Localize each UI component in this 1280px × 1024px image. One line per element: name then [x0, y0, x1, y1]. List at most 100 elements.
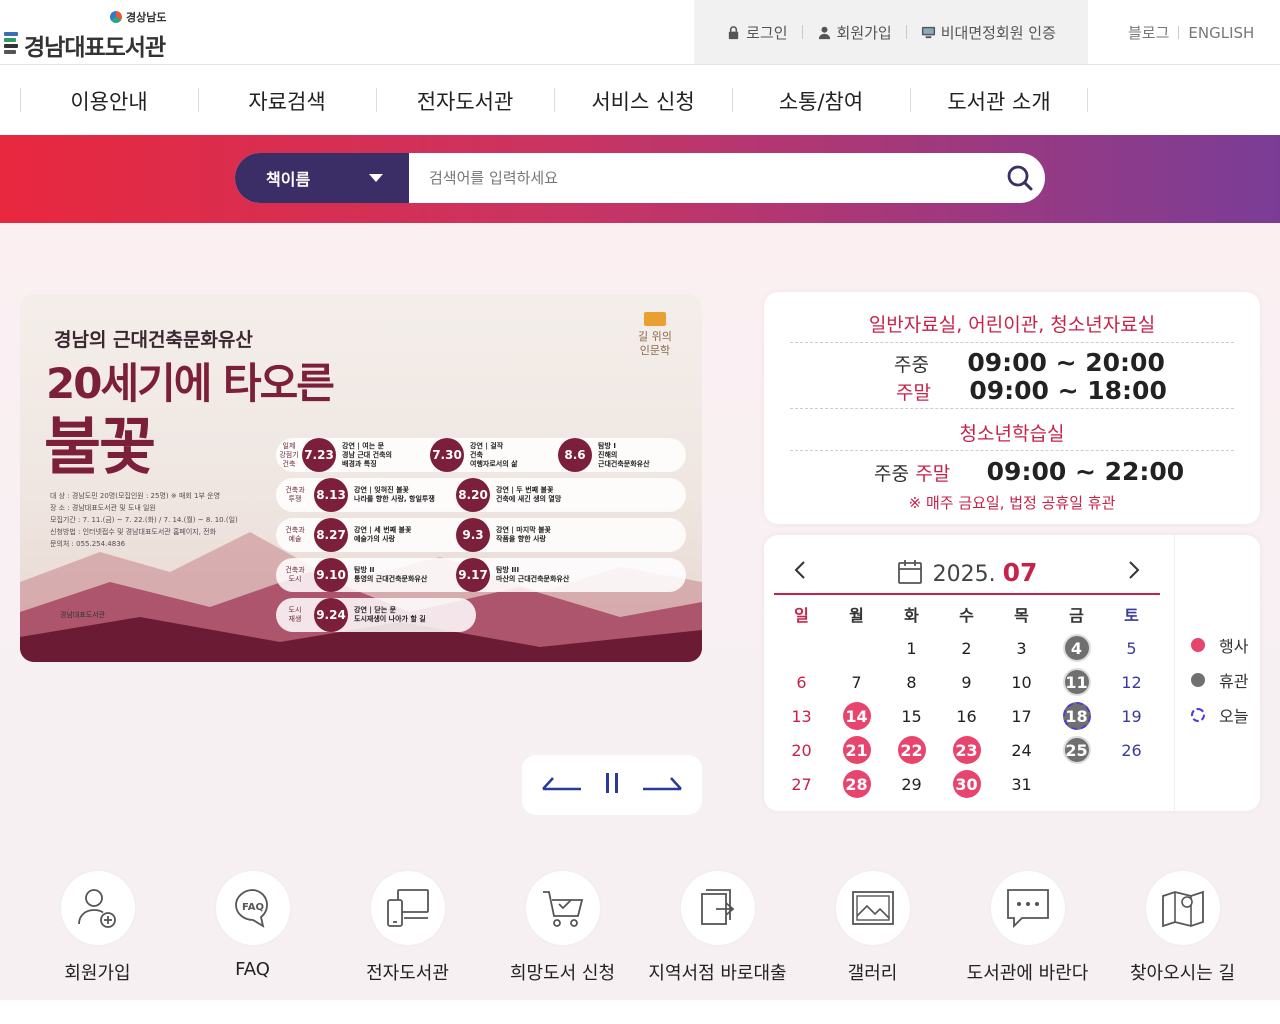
- calendar-day-number: 11: [1062, 668, 1091, 696]
- event-item: 7.23 강연 | 여는 문 경남 근대 건축의 배경과 특징: [302, 438, 430, 472]
- calendar-day-number: 30: [952, 770, 981, 798]
- calendar-day[interactable]: 9: [939, 665, 994, 699]
- calendar-day[interactable]: 20: [774, 733, 829, 767]
- user-add-icon: [77, 889, 116, 928]
- site-logo[interactable]: 경상남도 경남대표도서관: [4, 6, 184, 61]
- calendar-day[interactable]: 27: [774, 767, 829, 801]
- search-type-select[interactable]: 책이름: [235, 153, 409, 203]
- search-button[interactable]: [995, 153, 1045, 203]
- divider: [790, 342, 1234, 343]
- calendar-day[interactable]: 31: [994, 767, 1049, 801]
- nav-e-library[interactable]: 전자도서관: [376, 86, 554, 116]
- quick-label: 갤러리: [847, 963, 898, 984]
- study-time: 09:00 ~ 22:00: [986, 457, 1185, 486]
- quick-suggestion[interactable]: 도서관에 바란다: [950, 871, 1105, 985]
- calendar-month: 2025. 07: [897, 558, 1037, 587]
- signup-link[interactable]: 회원가입: [817, 22, 892, 43]
- calendar-day[interactable]: 13: [774, 699, 829, 733]
- nav-about[interactable]: 도서관 소개: [910, 86, 1088, 116]
- calendar-day[interactable]: 24: [994, 733, 1049, 767]
- event-category: 일제 강점기 건축: [279, 441, 299, 468]
- calendar-day-number: 4: [1062, 634, 1091, 662]
- calendar-day[interactable]: 26: [1104, 733, 1159, 767]
- quick-directions[interactable]: 찾아오시는 길: [1105, 871, 1260, 985]
- event-title: 강연 | 잊혀진 불꽃 나라를 향한 사랑, 항일투쟁: [354, 486, 435, 503]
- blog-link[interactable]: 블로그: [1128, 22, 1169, 43]
- login-label: 로그인: [746, 23, 788, 42]
- logo-subtitle-text: 경상남도: [126, 11, 167, 24]
- calendar-day[interactable]: 12: [1104, 665, 1159, 699]
- calendar-day-number: 27: [791, 774, 812, 794]
- quick-faq[interactable]: FAQ FAQ: [175, 871, 330, 985]
- calendar-day[interactable]: 19: [1104, 699, 1159, 733]
- quick-icon-circle: FAQ: [215, 871, 290, 945]
- legend-today: 오늘: [1191, 703, 1248, 727]
- calendar-empty-cell: [829, 631, 884, 665]
- remote-auth-link[interactable]: 비대면정회원 인증: [921, 22, 1056, 43]
- quick-icon-circle: [370, 871, 445, 945]
- banner-badge-text: 길 위의 인문학: [638, 330, 672, 357]
- calendar-grid: 일 월 화 수 목 금 토 1 2 3 4 5 6 7 8 9 10 11 12 13 14 15 16 17 1…: [774, 601, 1160, 801]
- calendar-day[interactable]: 4: [1049, 631, 1104, 665]
- nav-guide[interactable]: 이용안내: [20, 86, 198, 116]
- hours-weekend-row: 주말 09:00 ~ 18:00: [896, 376, 1167, 405]
- slider-controls: [522, 755, 702, 815]
- calendar-day[interactable]: 2: [939, 631, 994, 665]
- calendar-day[interactable]: 23: [939, 733, 994, 767]
- calendar-day[interactable]: 6: [774, 665, 829, 699]
- calendar-day[interactable]: 1: [884, 631, 939, 665]
- nav-service[interactable]: 서비스 신청: [554, 86, 732, 116]
- quick-gallery[interactable]: 갤러리: [795, 871, 950, 985]
- prev-month-button[interactable]: [794, 560, 806, 584]
- calendar-day[interactable]: 21: [829, 733, 884, 767]
- prev-slide-button[interactable]: [541, 773, 583, 797]
- calendar-day[interactable]: 14: [829, 699, 884, 733]
- english-link[interactable]: ENGLISH: [1188, 24, 1254, 42]
- next-slide-button[interactable]: [641, 773, 683, 797]
- banner-subtitle: 경남의 근대건축문화유산: [54, 329, 253, 351]
- calendar-day[interactable]: 18: [1049, 699, 1104, 733]
- event-category: 건축과 투쟁: [285, 486, 305, 503]
- calendar-day[interactable]: 29: [884, 767, 939, 801]
- calendar-day[interactable]: 5: [1104, 631, 1159, 665]
- nav-search[interactable]: 자료검색: [198, 86, 376, 116]
- calendar-day[interactable]: 25: [1049, 733, 1104, 767]
- calendar-day-number: 10: [1011, 672, 1032, 692]
- event-title: 강연 | 마지막 불꽃 작품을 향한 사랑: [496, 526, 551, 543]
- login-link[interactable]: 로그인: [726, 22, 788, 43]
- event-title: 강연 | 여는 문 경남 근대 건축의 배경과 특징: [342, 441, 392, 468]
- nav-community[interactable]: 소통/참여: [732, 86, 910, 116]
- calendar-day[interactable]: 17: [994, 699, 1049, 733]
- next-month-button[interactable]: [1128, 560, 1140, 584]
- logo-title: 경남대표도서관: [24, 35, 166, 61]
- quick-e-library[interactable]: 전자도서관: [330, 871, 485, 985]
- calendar-day[interactable]: 10: [994, 665, 1049, 699]
- calendar-day-number: 13: [791, 706, 812, 726]
- quick-local-bookstore[interactable]: 지역서점 바로대출: [640, 871, 795, 985]
- calendar-week: 1 2 3 4 5: [774, 631, 1160, 665]
- hours-study-row: 주중 주말 09:00 ~ 22:00: [874, 457, 1184, 486]
- search-input[interactable]: [409, 153, 995, 203]
- event-title: 탐방 I 진해의 근대건축문화유산: [598, 441, 650, 468]
- calendar-day[interactable]: 16: [939, 699, 994, 733]
- calendar-day[interactable]: 3: [994, 631, 1049, 665]
- calendar-day[interactable]: 30: [939, 767, 994, 801]
- calendar-day[interactable]: 22: [884, 733, 939, 767]
- event-row: 건축과 투쟁 8.13 강연 | 잊혀진 불꽃 나라를 향한 사랑, 항일투쟁 8…: [276, 478, 686, 512]
- divider: [801, 25, 803, 39]
- calendar-day[interactable]: 7: [829, 665, 884, 699]
- calendar-weekdays: 일 월 화 수 목 금 토: [774, 601, 1160, 631]
- divider: [1178, 26, 1180, 39]
- promo-banner[interactable]: 경남의 근대건축문화유산 20세기에 타오른 불꽃 길 위의 인문학 대 상 :…: [20, 294, 702, 662]
- calendar-day[interactable]: 8: [884, 665, 939, 699]
- quick-book-request[interactable]: 희망도서 신청: [485, 871, 640, 985]
- calendar-day[interactable]: 28: [829, 767, 884, 801]
- quick-signup[interactable]: 회원가입: [20, 871, 175, 985]
- monitor-icon: [921, 26, 935, 38]
- event-category: 도시 재생: [288, 606, 302, 623]
- calendar-day[interactable]: 11: [1049, 665, 1104, 699]
- event-item: 8.27 강연 | 세 번째 불꽃 예술가의 사랑: [314, 518, 444, 552]
- pause-slide-button[interactable]: [602, 771, 622, 799]
- study-weekend-label: 주말: [915, 463, 951, 485]
- calendar-day[interactable]: 15: [884, 699, 939, 733]
